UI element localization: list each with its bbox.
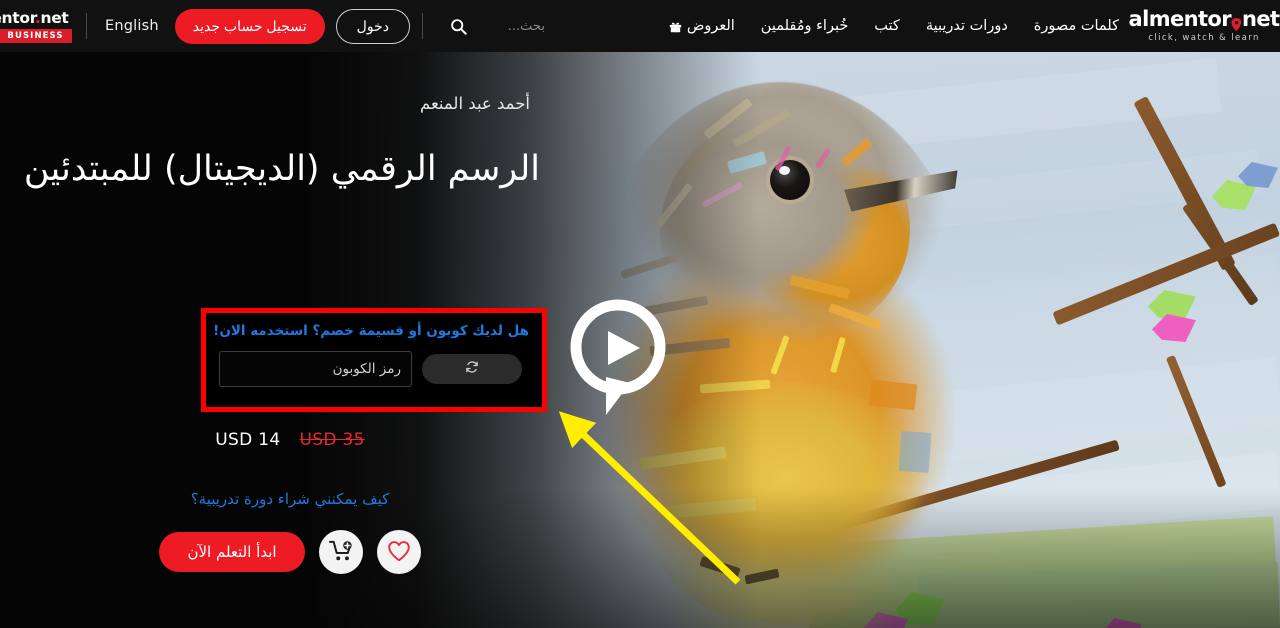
business-logo-word: mentor [0, 9, 35, 27]
instructor-name: أحمد عبد المنعم [419, 94, 530, 113]
signup-button[interactable]: تسجيل حساب جديد [174, 8, 325, 44]
nav-item-courses[interactable]: دورات تدريبية [913, 12, 1021, 40]
site-header: mentor.net BUSINESS English تسجيل حساب ج… [0, 0, 1280, 52]
coupon-form [219, 350, 529, 387]
login-button[interactable]: دخول [335, 8, 410, 44]
original-price: USD 35 [299, 430, 365, 450]
nav-item-offers[interactable]: العروض [656, 12, 748, 40]
start-learning-button[interactable]: ابدأ التعلم الآن [159, 532, 305, 572]
heart-icon [387, 540, 411, 565]
nav-label: كتب [874, 18, 900, 34]
current-price: USD 14 [215, 430, 281, 450]
brand-wordmark: almentor net [1128, 7, 1280, 31]
price-row: USD 14 USD 35 [20, 430, 560, 450]
cta-row: ابدأ التعلم الآن [20, 530, 560, 574]
add-to-cart-button[interactable] [318, 530, 363, 574]
brand-word-2: net [1242, 7, 1280, 31]
nav-label: كلمات مصورة [1033, 18, 1119, 34]
business-logo-wordmark: mentor.net [0, 9, 69, 27]
hero-section: أحمد عبد المنعم الرسم الرقمي (الديجيتال)… [0, 52, 1280, 628]
header-divider-2 [421, 13, 423, 39]
refresh-icon [465, 360, 479, 377]
brand-tagline: click, watch & learn [1148, 33, 1260, 43]
cart-plus-icon [328, 540, 353, 565]
business-badge: BUSINESS [0, 29, 72, 43]
brand-word-1: almentor [1128, 7, 1232, 31]
page-title: الرسم الرقمي (الديجيتال) للمبتدئين [23, 149, 540, 189]
nav-label: العروض [686, 18, 735, 34]
header-divider-1 [86, 13, 87, 39]
main-nav: كلمات مصورة دورات تدريبية كتب خُبراء ومُ… [656, 12, 1132, 40]
nav-item-experts[interactable]: خُبراء ومُقلمين [748, 12, 862, 40]
business-logo-word2: net [40, 9, 69, 27]
search-icon[interactable] [447, 14, 471, 38]
almentor-logo[interactable]: almentor net click, watch & learn [1129, 9, 1280, 44]
page-root: mentor.net BUSINESS English تسجيل حساب ج… [0, 0, 1280, 628]
coupon-apply-button[interactable] [422, 353, 522, 384]
header-left-cluster: mentor.net BUSINESS English تسجيل حساب ج… [0, 0, 545, 52]
play-button-icon[interactable] [566, 299, 670, 419]
search-input[interactable] [470, 18, 545, 34]
how-to-buy-link[interactable]: كيف يمكنني شراء دورة تدريبية؟ [20, 490, 560, 508]
coupon-panel: هل لديك كوبون أو قسيمة خصم؟ استخدمه الان… [206, 313, 542, 387]
location-pin-icon [1231, 14, 1242, 31]
gift-icon [669, 20, 682, 33]
nav-item-kalimat-musawara[interactable]: كلمات مصورة [1021, 12, 1132, 40]
almentor-business-logo[interactable]: mentor.net BUSINESS [0, 6, 74, 46]
coupon-highlight-box: هل لديك كوبون أو قسيمة خصم؟ استخدمه الان… [201, 308, 547, 412]
nav-label: دورات تدريبية [925, 18, 1008, 34]
nav-label: خُبراء ومُقلمين [760, 18, 849, 34]
wishlist-button[interactable] [376, 530, 421, 574]
coupon-code-input[interactable] [219, 350, 412, 387]
language-toggle[interactable]: English [99, 14, 165, 38]
nav-item-books[interactable]: كتب [861, 12, 913, 40]
header-right-cluster: كلمات مصورة دورات تدريبية كتب خُبراء ومُ… [656, 0, 1280, 52]
search-area [443, 14, 545, 38]
coupon-prompt: هل لديك كوبون أو قسيمة خصم؟ استخدمه الان… [213, 323, 529, 339]
